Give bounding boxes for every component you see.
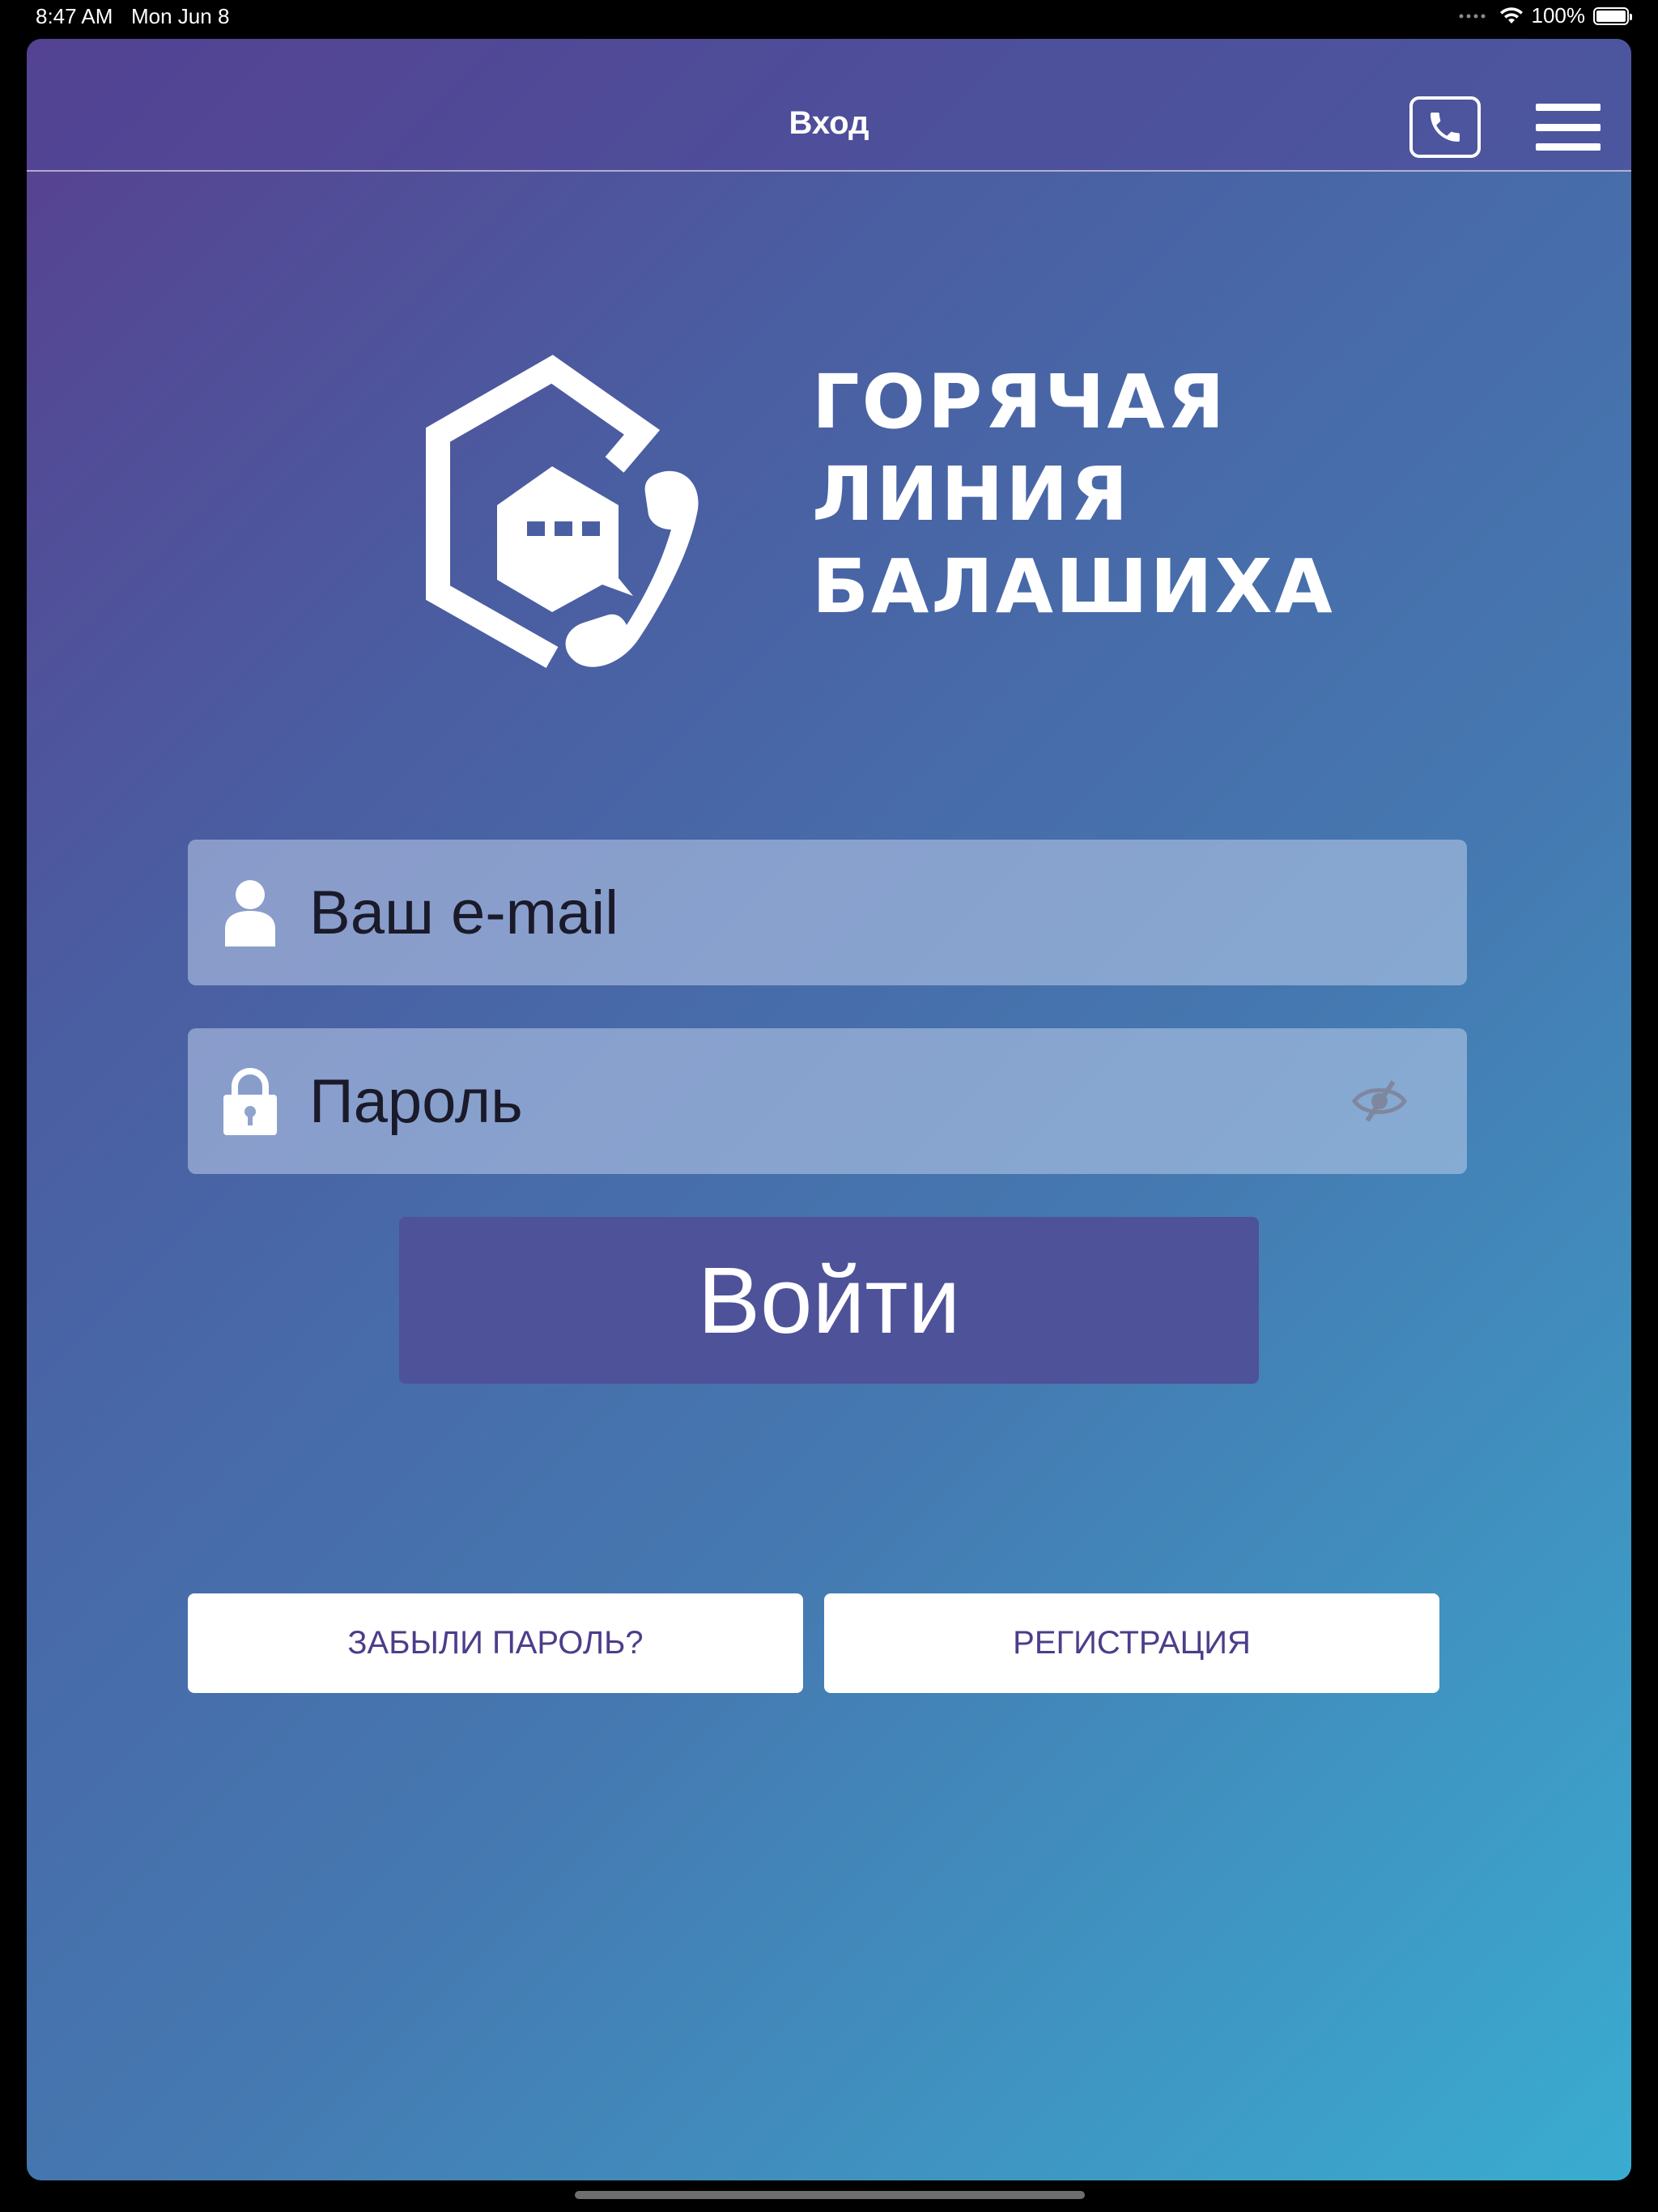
call-button[interactable] <box>1409 96 1481 158</box>
register-button[interactable]: РЕГИСТРАЦИЯ <box>824 1593 1439 1693</box>
battery-percent: 100% <box>1531 3 1586 28</box>
logo: ГОРЯЧАЯ ЛИНИЯ БАЛАШИХА <box>404 327 1333 700</box>
signal-dots-icon <box>1459 14 1485 18</box>
screen: 8:47 AM Mon Jun 8 100% Вход ГОРЯЧАЯ ЛИНИ… <box>0 0 1658 2212</box>
login-button[interactable]: Войти <box>399 1217 1259 1384</box>
logo-line-2: ЛИНИЯ <box>812 451 1131 538</box>
nav-bar: Вход <box>27 39 1631 172</box>
app-window: Вход ГОРЯЧАЯ ЛИНИЯ БАЛАШИХА Ваш e-mail В… <box>27 39 1631 2180</box>
battery-icon <box>1593 6 1632 25</box>
status-time: 8:47 AM <box>36 4 113 28</box>
logo-line-1: ГОРЯЧАЯ <box>812 359 1227 445</box>
forgot-password-button[interactable]: ЗАБЫЛИ ПАРОЛЬ? <box>188 1593 803 1693</box>
lock-icon <box>223 1068 277 1135</box>
user-icon <box>225 880 275 946</box>
status-indicators: 100% <box>1459 3 1632 28</box>
hamburger-menu-line <box>1536 123 1601 131</box>
password-field-container[interactable] <box>188 1028 1467 1174</box>
home-indicator <box>575 2191 1085 2199</box>
logo-line-3: БАЛАШИХА <box>812 543 1335 630</box>
hamburger-menu-icon <box>1536 104 1601 111</box>
phone-icon <box>1431 113 1460 142</box>
logo-text: ГОРЯЧАЯ ЛИНИЯ БАЛАШИХА <box>812 356 1335 633</box>
page-title: Вход <box>789 105 869 141</box>
battery-fill <box>1596 10 1626 22</box>
password-input[interactable] <box>309 1028 1329 1174</box>
status-bar: 8:47 AM Mon Jun 8 100% <box>0 0 1658 34</box>
status-date: Mon Jun 8 <box>131 4 230 28</box>
menu-button[interactable] <box>1536 104 1601 151</box>
hexagon-chat-phone-logo <box>426 355 699 669</box>
wifi-icon <box>1499 6 1523 23</box>
hamburger-menu-line <box>1536 143 1601 151</box>
email-input[interactable] <box>309 840 1329 985</box>
email-field-container[interactable] <box>188 840 1467 985</box>
eye-slash-icon[interactable] <box>1351 1077 1408 1125</box>
